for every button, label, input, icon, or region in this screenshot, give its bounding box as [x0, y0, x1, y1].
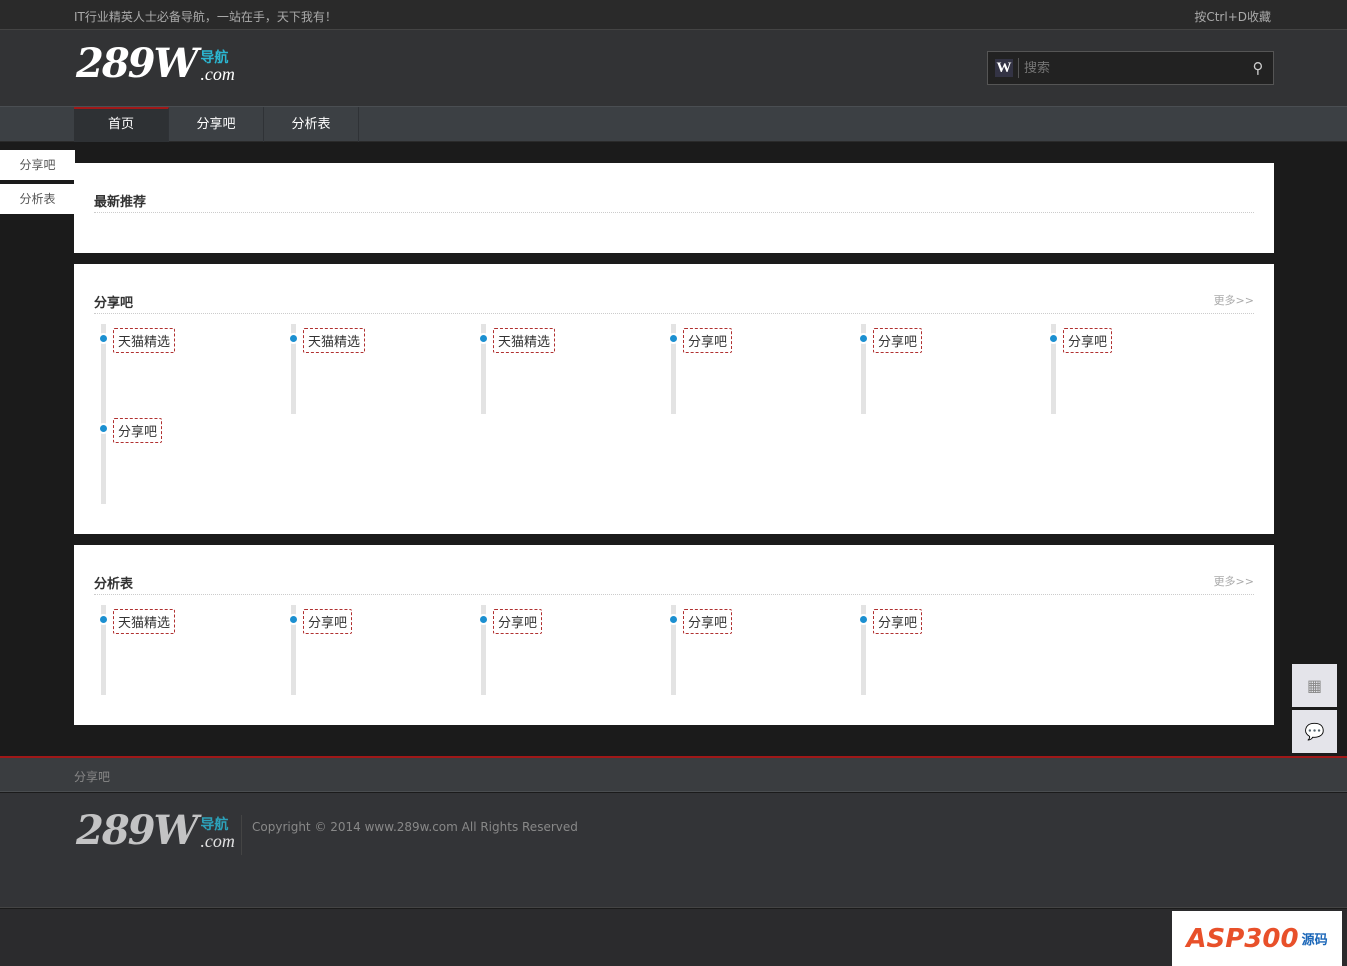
watermark-text: ASP300	[1186, 923, 1299, 954]
side-item-share[interactable]: 分享吧	[0, 150, 75, 180]
search-box: W ⚲	[987, 51, 1274, 85]
bullet-dot-icon	[480, 335, 487, 342]
bullet-dot-icon	[670, 335, 677, 342]
link-label[interactable]: 天猫精选	[493, 328, 556, 353]
chat-button[interactable]: 💬	[1292, 710, 1337, 753]
search-input[interactable]	[1024, 60, 1243, 76]
bullet-dot-icon	[100, 335, 107, 342]
link-item: 分享吧	[664, 605, 854, 695]
nav-home[interactable]: 首页	[74, 107, 169, 142]
more-link[interactable]: 更多>>	[1214, 573, 1254, 594]
bullet-dot-icon	[100, 616, 107, 623]
side-item-analysis[interactable]: 分析表	[0, 184, 75, 214]
link-item: 分享吧	[1044, 324, 1234, 414]
logo-domain: .com	[200, 64, 235, 84]
qr-code-icon: ▦	[1306, 676, 1323, 695]
bullet-dot-icon	[670, 616, 677, 623]
link-item: 分享吧	[854, 605, 1044, 695]
link-label[interactable]: 分享吧	[683, 609, 733, 634]
more-link[interactable]: 更多>>	[1214, 292, 1254, 313]
link-item: 分享吧	[664, 324, 854, 414]
bullet-dot-icon	[290, 335, 297, 342]
analysis-panel: 分析表 更多>> 天猫精选 分享吧 分享吧 分享吧 分享吧	[74, 545, 1274, 725]
link-item: 分享吧	[94, 414, 284, 504]
link-item: 分享吧	[284, 605, 474, 695]
link-label[interactable]: 天猫精选	[113, 609, 176, 634]
footer: 289W 导航 .com Copyright © 2014 www.289w.co…	[0, 793, 1347, 908]
panel-title: 最新推荐	[94, 195, 147, 210]
search-icon[interactable]: ⚲	[1243, 59, 1273, 77]
link-label[interactable]: 分享吧	[683, 328, 733, 353]
link-label[interactable]: 分享吧	[873, 609, 923, 634]
share-panel: 分享吧 更多>> 天猫精选 天猫精选 天猫精选 分享吧 分享吧 分享吧 分享吧	[74, 264, 1274, 534]
bullet-dot-icon	[480, 616, 487, 623]
link-label[interactable]: 分享吧	[873, 328, 923, 353]
logo-text: 289W	[76, 807, 198, 854]
nav-analysis[interactable]: 分析表	[264, 107, 359, 142]
asp300-watermark: ASP300 源码	[1172, 911, 1342, 966]
panel-title: 分享吧	[94, 296, 134, 311]
main-nav: 首页 分享吧 分析表	[0, 106, 1347, 142]
link-label[interactable]: 分享吧	[113, 418, 163, 443]
link-item: 分享吧	[854, 324, 1044, 414]
link-item: 天猫精选	[94, 605, 284, 695]
top-bar: IT行业精英人士必备导航，一站在手，天下我有！ 按Ctrl+D收藏	[0, 0, 1347, 30]
footer-logo: 289W 导航 .com	[76, 809, 235, 853]
footer-links: 分享吧	[0, 758, 1347, 792]
bookmark-link[interactable]: 按Ctrl+D收藏	[1194, 8, 1271, 25]
link-label[interactable]: 分享吧	[303, 609, 353, 634]
bullet-dot-icon	[100, 425, 107, 432]
chat-bubble-icon: 💬	[1304, 722, 1325, 741]
qr-code-button[interactable]: ▦	[1292, 664, 1337, 707]
link-label[interactable]: 分享吧	[493, 609, 543, 634]
logo-text: 289W	[76, 40, 198, 87]
side-menu: 分享吧 分析表	[0, 150, 75, 218]
link-label[interactable]: 天猫精选	[303, 328, 366, 353]
link-item: 天猫精选	[474, 324, 664, 414]
link-label[interactable]: 天猫精选	[113, 328, 176, 353]
bullet-dot-icon	[860, 616, 867, 623]
link-label[interactable]: 分享吧	[1063, 328, 1113, 353]
logo-domain: .com	[200, 831, 235, 851]
link-item: 天猫精选	[94, 324, 284, 414]
bullet-dot-icon	[290, 616, 297, 623]
slogan: IT行业精英人士必备导航，一站在手，天下我有！	[74, 10, 337, 24]
link-item: 天猫精选	[284, 324, 474, 414]
nav-share[interactable]: 分享吧	[169, 107, 264, 142]
footer-link-share[interactable]: 分享吧	[74, 768, 110, 785]
header: 289W 导航.com W ⚲	[0, 30, 1347, 106]
panel-title: 分析表	[94, 577, 134, 592]
bullet-dot-icon	[860, 335, 867, 342]
link-item: 分享吧	[474, 605, 664, 695]
w-logo-icon: W	[995, 59, 1013, 77]
latest-panel: 最新推荐	[74, 163, 1274, 253]
watermark-cn: 源码	[1301, 933, 1328, 948]
copyright: Copyright © 2014 www.289w.com All Rights…	[252, 820, 578, 834]
bullet-dot-icon	[1050, 335, 1057, 342]
logo[interactable]: 289W 导航 .com	[76, 42, 235, 86]
